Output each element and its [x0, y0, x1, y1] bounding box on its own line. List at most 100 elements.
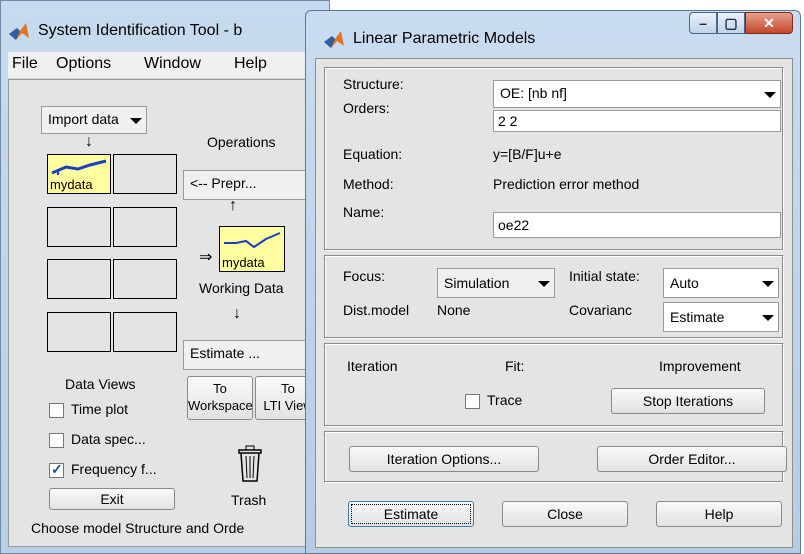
chevron-down-icon [764, 92, 776, 98]
working-data-slot[interactable]: mydata [219, 226, 285, 272]
focus-label: Focus: [343, 268, 386, 284]
dialog-body: Structure: OE: [nb nf] Orders: 2 2 Equat… [315, 58, 793, 548]
preprocess-dropdown[interactable]: <-- Prepr... [183, 170, 323, 200]
estimate-button[interactable]: Estimate [348, 501, 474, 527]
arrow-up-icon: ↑ [229, 197, 237, 214]
equation-value: y=[B/F]u+e [493, 146, 562, 162]
model-name-value: oe22 [498, 217, 530, 233]
improvement-label: Improvement [659, 358, 741, 374]
model-name-input[interactable]: oe22 [493, 212, 781, 238]
covariance-label: Covarianc [569, 302, 633, 318]
data-slot-empty[interactable] [47, 312, 111, 352]
data-slot-empty[interactable] [113, 259, 177, 299]
data-plot-icon [51, 159, 107, 175]
chevron-down-icon [130, 118, 142, 124]
orders-value: 2 2 [498, 113, 518, 129]
menu-window[interactable]: Window [144, 55, 201, 73]
menu-options[interactable]: Options [56, 55, 111, 73]
data-slot-empty[interactable] [113, 207, 177, 247]
covariance-dropdown[interactable]: Estimate [663, 302, 779, 332]
trace-checkbox[interactable] [465, 394, 480, 409]
editor-panel: Iteration Options... Order Editor... [324, 431, 787, 483]
structure-value: OE: [nb nf] [500, 85, 567, 101]
window-title: System Identification Tool - b [38, 22, 243, 39]
maximize-icon: ▢ [724, 15, 738, 31]
chevron-down-icon [762, 281, 774, 287]
time-plot-label: Time plot [71, 401, 129, 417]
focus-dropdown[interactable]: Simulation [437, 268, 555, 298]
matlab-logo-icon [9, 23, 29, 40]
close-icon: ✕ [763, 15, 775, 31]
menu-bar: File Options Window Help [8, 52, 330, 79]
help-button[interactable]: Help [656, 501, 782, 527]
main-panel: Import data ↓ Operations mydata <-- Prep… [8, 79, 330, 547]
menu-file[interactable]: File [12, 55, 38, 73]
title-bar[interactable]: Linear Parametric Models [323, 20, 535, 58]
title-bar[interactable]: System Identification Tool - b [8, 8, 330, 54]
preprocess-label: <-- Prepr... [190, 175, 257, 191]
method-value: Prediction error method [493, 176, 640, 192]
equation-label: Equation: [343, 146, 403, 162]
estimate-label: Estimate ... [190, 345, 261, 361]
operations-label: Operations [207, 134, 276, 150]
iteration-options-button[interactable]: Iteration Options... [349, 446, 539, 472]
working-data-slot-label: mydata [222, 255, 265, 270]
initial-state-dropdown[interactable]: Auto [663, 268, 779, 298]
status-text: Choose model Structure and Orde [31, 520, 245, 536]
matlab-logo-icon [324, 31, 344, 48]
to-workspace-line2: Workspace [188, 398, 253, 413]
data-slot-empty[interactable] [113, 312, 177, 352]
method-label: Method: [343, 176, 394, 192]
menu-help[interactable]: Help [234, 55, 267, 73]
covariance-value: Estimate [670, 309, 725, 325]
stop-iterations-button[interactable]: Stop Iterations [611, 388, 765, 414]
data-spectra-checkbox[interactable] [49, 433, 64, 448]
exit-button[interactable]: Exit [49, 488, 175, 510]
arrow-down-icon: ↓ [85, 133, 93, 150]
initial-state-label: Initial state: [569, 268, 640, 284]
estimate-dropdown[interactable]: Estimate ... [183, 340, 323, 370]
initial-state-value: Auto [670, 275, 699, 291]
close-window-button[interactable]: ✕ [745, 12, 793, 34]
data-slot-label: mydata [50, 177, 93, 192]
dist-model-label: Dist.model [343, 302, 410, 318]
name-label: Name: [343, 204, 385, 220]
close-button[interactable]: Close [502, 501, 628, 527]
fit-label: Fit: [505, 358, 525, 374]
frequency-function-checkbox[interactable] [49, 461, 64, 478]
orders-label: Orders: [343, 100, 390, 116]
time-plot-checkbox[interactable] [49, 403, 64, 418]
chevron-down-icon [538, 281, 550, 287]
to-workspace-button[interactable]: To Workspace [187, 376, 253, 420]
orders-input[interactable]: 2 2 [493, 110, 781, 132]
arrow-right-icon: ⇒ [199, 249, 213, 266]
trash-label: Trash [231, 492, 267, 508]
import-data-label: Import data [48, 111, 119, 127]
data-plot-icon [224, 232, 281, 249]
iteration-panel: Iteration Fit: Improvement Trace Stop It… [324, 343, 784, 427]
caption-buttons: – ▢ ✕ [689, 12, 793, 38]
chevron-down-icon [762, 315, 774, 321]
action-panel: Estimate Close Help [324, 489, 784, 541]
import-data-dropdown[interactable]: Import data [41, 106, 147, 134]
minimize-button[interactable]: – [689, 12, 717, 34]
trash-icon[interactable] [237, 445, 263, 483]
maximize-button[interactable]: ▢ [717, 12, 745, 34]
data-views-label: Data Views [65, 376, 136, 392]
dist-model-value: None [437, 302, 471, 318]
minimize-icon: – [699, 15, 707, 31]
data-slot-empty[interactable] [47, 259, 111, 299]
data-slot-empty[interactable] [113, 154, 177, 194]
arrow-down-icon: ↓ [233, 305, 241, 322]
focus-value: Simulation [444, 275, 510, 291]
structure-dropdown[interactable]: OE: [nb nf] [493, 80, 781, 108]
linear-parametric-models-window: Linear Parametric Models – ▢ ✕ Structure… [305, 10, 801, 554]
iteration-label: Iteration [347, 358, 398, 374]
order-editor-button[interactable]: Order Editor... [597, 446, 787, 472]
structure-panel: Structure: OE: [nb nf] Orders: 2 2 Equat… [324, 67, 784, 251]
frequency-function-label: Frequency f... [71, 461, 157, 477]
data-slot-mydata[interactable]: mydata [47, 154, 111, 194]
options-panel: Focus: Simulation Initial state: Auto Di… [324, 255, 784, 339]
working-data-label: Working Data [199, 280, 284, 296]
data-slot-empty[interactable] [47, 207, 111, 247]
